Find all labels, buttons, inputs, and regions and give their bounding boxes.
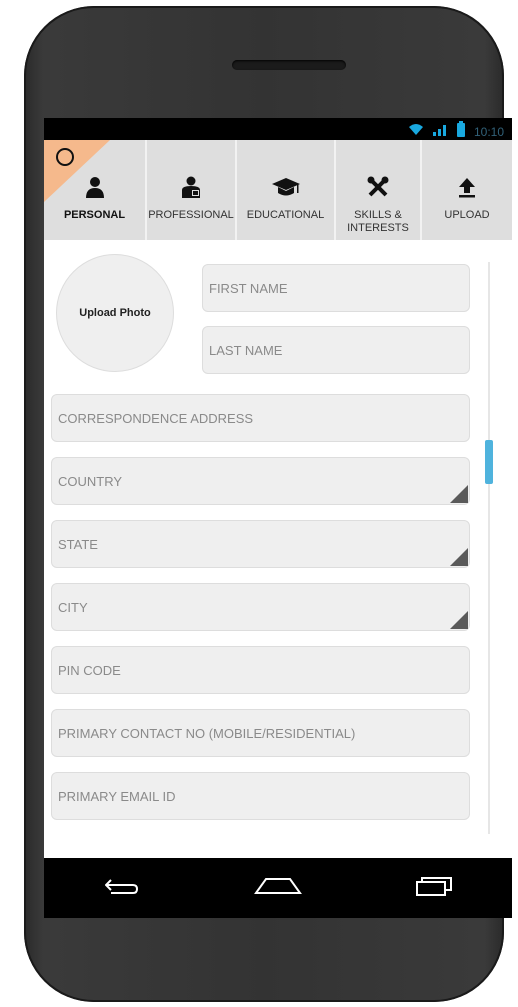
graduation-cap-icon [271, 176, 301, 203]
correspondence-address-field[interactable]: CORRESPONDENCE ADDRESS [51, 394, 470, 442]
scrollbar-track[interactable] [488, 262, 490, 834]
pin-code-placeholder: PIN CODE [58, 662, 121, 678]
first-name-field[interactable]: FIRST NAME [202, 264, 470, 312]
tab-skills-label-line1: SKILLS & [354, 209, 402, 221]
address-placeholder: CORRESPONDENCE ADDRESS [58, 410, 254, 426]
recent-apps-button[interactable] [404, 868, 464, 908]
tab-skills-label-line2: INTERESTS [347, 222, 409, 234]
upload-icon [457, 176, 477, 203]
back-button[interactable] [92, 868, 152, 908]
primary-contact-field[interactable]: PRIMARY CONTACT NO (MOBILE/RESIDENTIAL) [51, 709, 470, 757]
state-placeholder: STATE [58, 536, 98, 552]
tab-professional[interactable]: PROFESSIONAL [147, 140, 237, 240]
upload-photo-button[interactable]: Upload Photo [56, 254, 174, 372]
back-icon [104, 876, 139, 901]
tab-upload-label: UPLOAD [444, 209, 490, 221]
home-icon [254, 877, 302, 900]
country-select[interactable]: COUNTRY [51, 457, 470, 505]
scrollbar-thumb[interactable] [485, 440, 493, 484]
last-name-placeholder: LAST NAME [209, 342, 283, 358]
recent-apps-icon [414, 876, 454, 901]
tab-personal-label: PERSONAL [63, 209, 126, 221]
wifi-icon [408, 122, 424, 141]
app-screen: 10:10 PERSONAL PROFESSIONAL EDUCATIONAL … [44, 118, 512, 858]
battery-icon [456, 121, 466, 142]
status-bar: 10:10 [44, 118, 512, 140]
status-time: 10:10 [473, 124, 504, 139]
tab-educational[interactable]: EDUCATIONAL [237, 140, 336, 240]
tab-skills-interests[interactable]: SKILLS & INTERESTS [336, 140, 422, 240]
tab-bar: PERSONAL PROFESSIONAL EDUCATIONAL SKILLS… [44, 140, 512, 240]
primary-contact-placeholder: PRIMARY CONTACT NO (MOBILE/RESIDENTIAL) [58, 725, 356, 741]
signal-icon [432, 122, 448, 141]
last-name-field[interactable]: LAST NAME [202, 326, 470, 374]
pin-code-field[interactable]: PIN CODE [51, 646, 470, 694]
user-circle-icon [56, 148, 74, 166]
android-nav-bar [44, 858, 512, 918]
first-name-placeholder: FIRST NAME [209, 280, 288, 296]
tab-professional-label: PROFESSIONAL [148, 209, 234, 221]
state-select[interactable]: STATE [51, 520, 470, 568]
dropdown-corner-icon [450, 485, 468, 503]
tab-educational-label: EDUCATIONAL [246, 209, 325, 221]
dropdown-corner-icon [450, 611, 468, 629]
city-placeholder: CITY [58, 599, 88, 615]
businessman-icon [180, 176, 202, 203]
tab-upload[interactable]: UPLOAD [422, 140, 512, 240]
primary-email-field[interactable]: PRIMARY EMAIL ID [51, 772, 470, 820]
home-button[interactable] [248, 868, 308, 908]
dropdown-corner-icon [450, 548, 468, 566]
tab-personal[interactable]: PERSONAL [44, 140, 147, 240]
tab-skills-label: SKILLS & INTERESTS [347, 209, 409, 235]
tools-icon [367, 176, 389, 203]
city-select[interactable]: CITY [51, 583, 470, 631]
country-placeholder: COUNTRY [58, 473, 123, 489]
speaker-grille [232, 60, 346, 70]
primary-email-placeholder: PRIMARY EMAIL ID [58, 788, 176, 804]
personal-form: Upload Photo FIRST NAME LAST NAME CORRES… [44, 240, 512, 834]
active-tab-corner [44, 140, 110, 202]
